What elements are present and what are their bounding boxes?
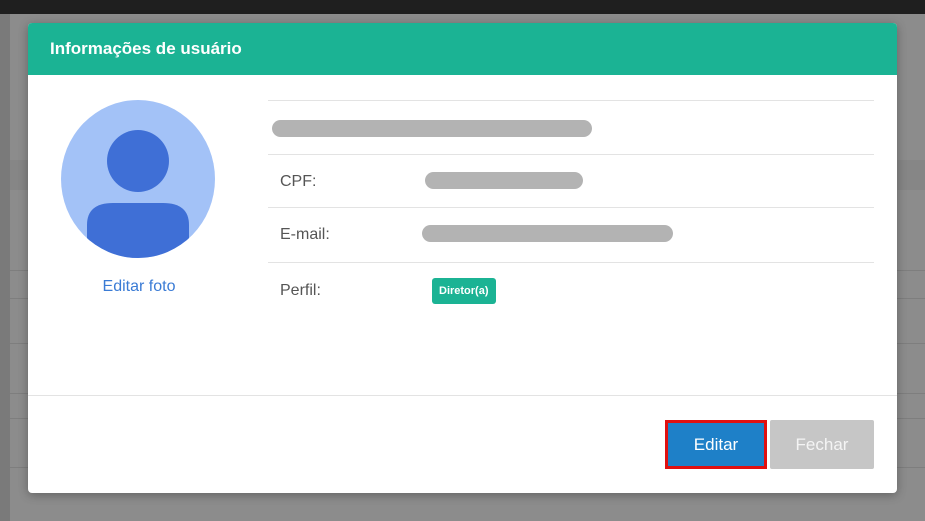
edit-photo-link[interactable]: Editar foto bbox=[64, 278, 214, 296]
row-divider bbox=[268, 154, 874, 155]
profile-badge: Diretor(a) bbox=[432, 278, 496, 304]
user-name-redacted bbox=[272, 120, 592, 137]
app-topbar bbox=[0, 0, 925, 14]
edit-button[interactable]: Editar bbox=[665, 420, 767, 469]
row-divider bbox=[268, 100, 874, 101]
row-divider bbox=[268, 207, 874, 208]
cpf-value-redacted bbox=[425, 172, 583, 189]
email-value-redacted bbox=[422, 225, 673, 242]
user-icon bbox=[87, 130, 189, 258]
profile-label: Perfil: bbox=[280, 282, 321, 299]
email-label: E-mail: bbox=[280, 226, 330, 243]
avatar bbox=[61, 100, 215, 258]
modal-header: Informações de usuário bbox=[28, 23, 897, 75]
cpf-label: CPF: bbox=[280, 173, 317, 190]
modal-title: Informações de usuário bbox=[50, 39, 242, 58]
row-divider bbox=[268, 262, 874, 263]
close-button[interactable]: Fechar bbox=[770, 420, 874, 469]
user-info-modal: Informações de usuário Editar foto CPF: … bbox=[28, 23, 897, 493]
footer-divider bbox=[28, 395, 897, 396]
